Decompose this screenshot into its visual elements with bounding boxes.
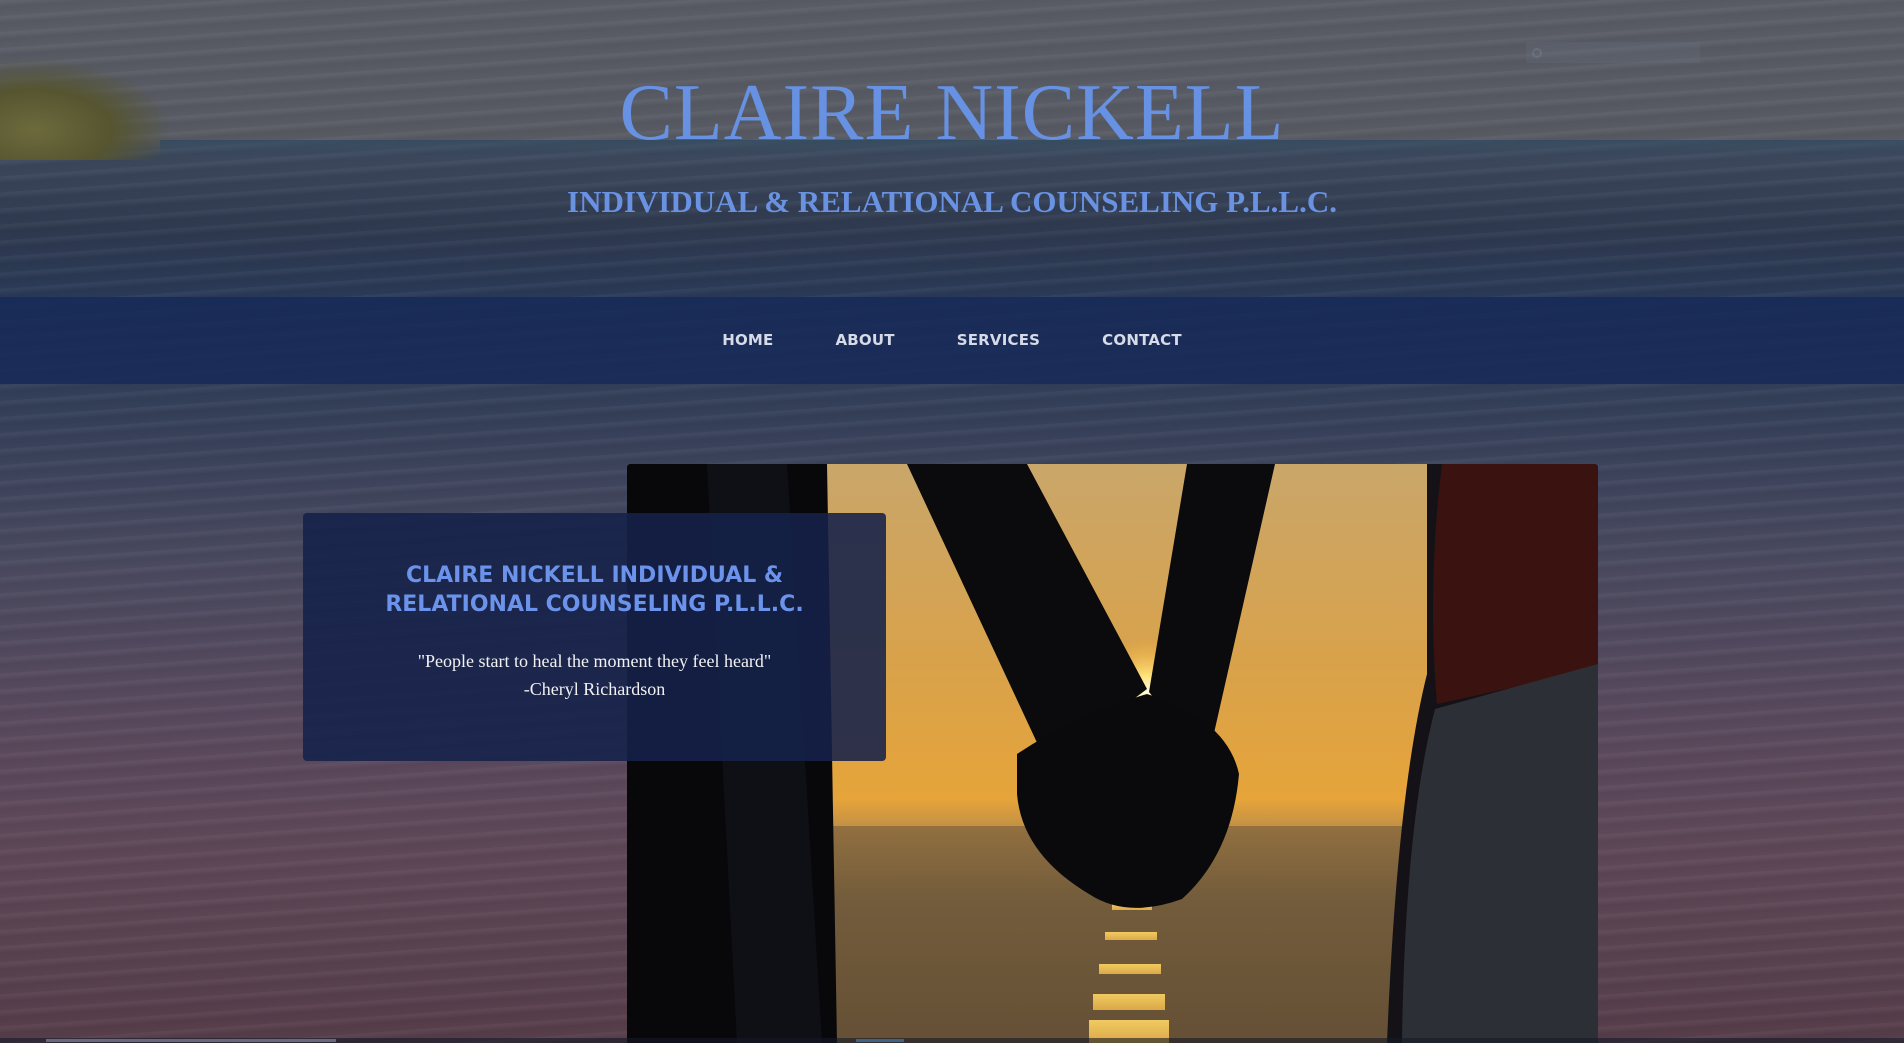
nav-item-about: ABOUT <box>804 331 925 350</box>
nav-link-about[interactable]: ABOUT <box>804 323 925 357</box>
horizontal-scrollbar-thumb[interactable] <box>46 1039 336 1042</box>
scrollbar-marker <box>856 1039 904 1042</box>
site-title: CLAIRE NICKELL <box>619 69 1285 157</box>
nav-list: HOME ABOUT SERVICES CONTACT <box>691 331 1213 350</box>
nav-link-home[interactable]: HOME <box>691 323 804 357</box>
nav-item-home: HOME <box>691 331 804 350</box>
main-navigation: HOME ABOUT SERVICES CONTACT <box>0 297 1904 384</box>
hero-info-card: CLAIRE NICKELL INDIVIDUAL & RELATIONAL C… <box>303 513 886 761</box>
site-subtitle: INDIVIDUAL & RELATIONAL COUNSELING P.L.L… <box>567 184 1337 219</box>
nav-link-services[interactable]: SERVICES <box>926 323 1071 357</box>
nav-item-services: SERVICES <box>926 331 1071 350</box>
quote-author: -Cheryl Richardson <box>523 679 666 699</box>
search-box[interactable] <box>1526 42 1700 63</box>
quote-text: "People start to heal the moment they fe… <box>417 651 772 671</box>
page-background: CLAIRE NICKELL INDIVIDUAL & RELATIONAL C… <box>0 0 1904 1043</box>
nav-item-contact: CONTACT <box>1071 331 1213 350</box>
card-heading: CLAIRE NICKELL INDIVIDUAL & RELATIONAL C… <box>385 563 804 617</box>
search-input[interactable] <box>1548 42 1692 63</box>
nav-link-contact[interactable]: CONTACT <box>1071 323 1213 357</box>
search-icon <box>1532 47 1542 58</box>
